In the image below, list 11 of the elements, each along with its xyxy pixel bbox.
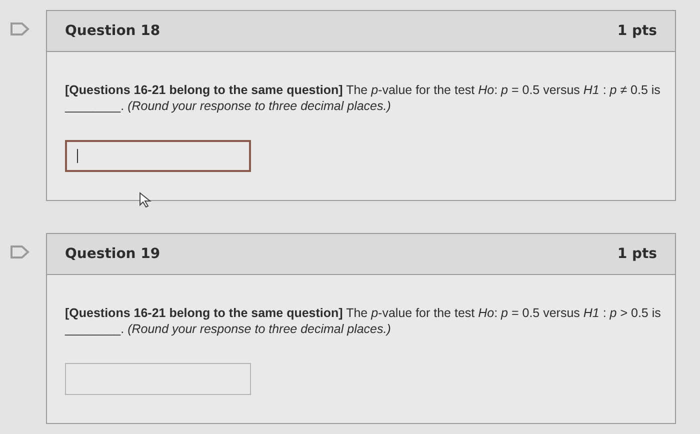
points-label: 1 pts: [617, 23, 657, 39]
flag-icon[interactable]: [10, 245, 30, 259]
question-title: Question 18: [65, 23, 160, 39]
flag-icon[interactable]: [10, 22, 30, 36]
question-title: Question 19: [65, 246, 160, 262]
question-text: [Questions 16-21 belong to the same question] The p-value for the test Ho: p = 0.5 versus H1 : p ≠ 0.5 is ________. (Round your response to three decimal places.): [65, 82, 662, 114]
mouse-cursor-icon: [139, 192, 153, 208]
answer-field[interactable]: [65, 363, 251, 395]
points-label: 1 pts: [617, 246, 657, 262]
question-text: [Questions 16-21 belong to the same question] The p-value for the test Ho: p = 0.5 versus H1 : p > 0.5 is ________. (Round your response to three decimal places.): [65, 305, 662, 337]
answer-field[interactable]: [65, 140, 251, 172]
